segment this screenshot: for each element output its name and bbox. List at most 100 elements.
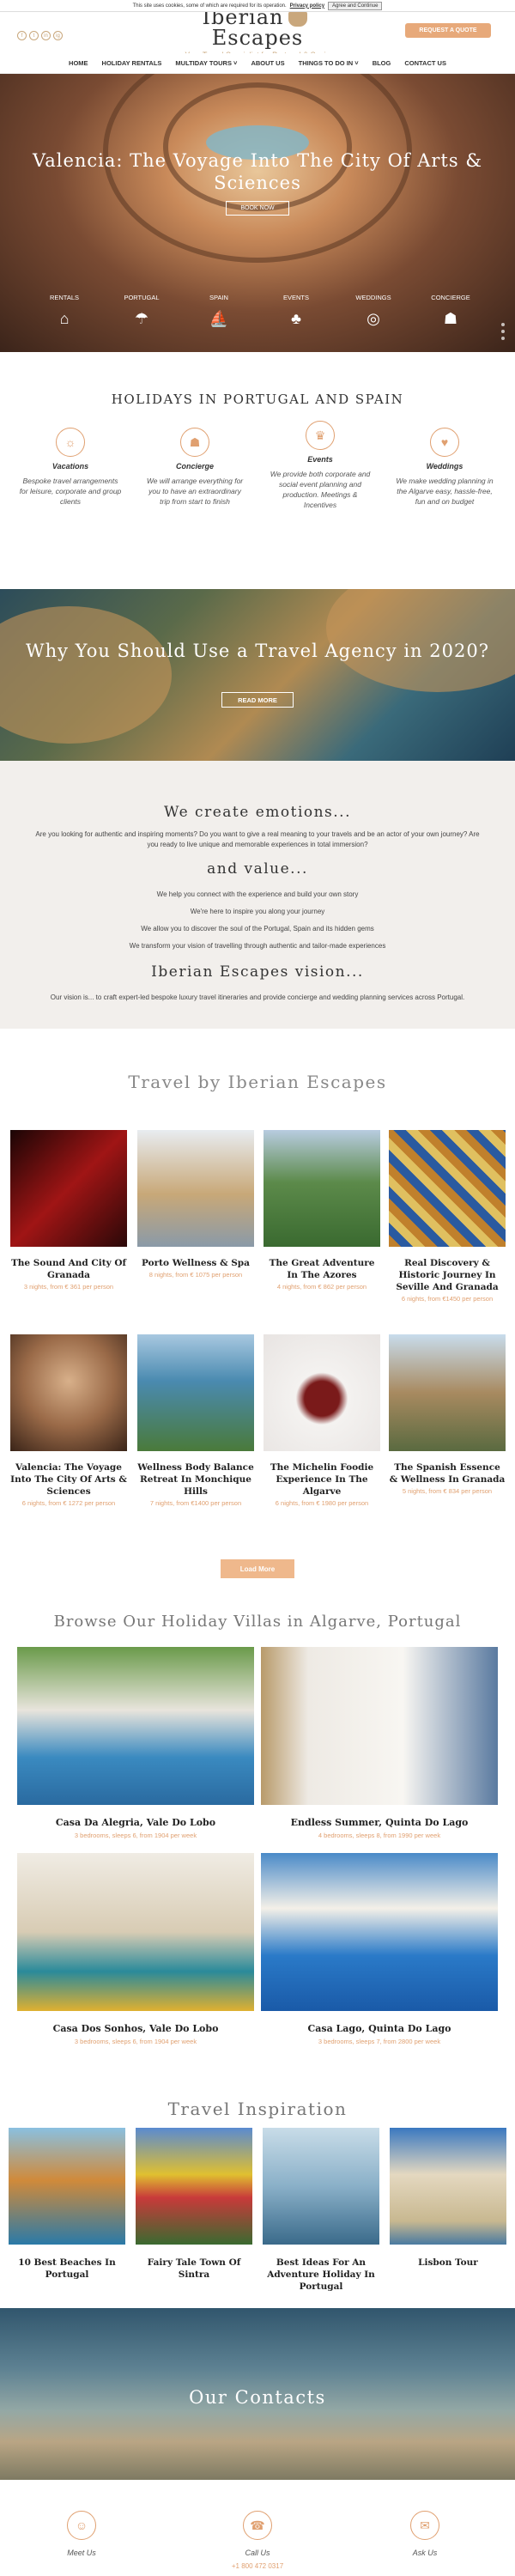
- slider-dots[interactable]: [501, 323, 505, 340]
- value-line: We transform your vision of travelling t…: [129, 942, 386, 950]
- bell-icon: ☗: [180, 428, 209, 457]
- article-image: [9, 2128, 125, 2245]
- emotions-intro: Are you looking for authentic and inspir…: [35, 830, 480, 838]
- category-events[interactable]: EVENTS ♣: [266, 294, 326, 328]
- villa-card[interactable]: Casa Dos Sonhos, Vale Do Lobo 3 bedrooms,…: [17, 1853, 254, 2045]
- villa-details: 3 bedrooms, sleeps 6, from 1904 per week: [74, 1832, 197, 1839]
- holidays-section: HOLIDAYS IN PORTUGAL AND SPAIN ☼ Vacatio…: [0, 352, 515, 589]
- value-line: We allow you to discover the soul of the…: [141, 925, 374, 933]
- category-concierge[interactable]: CONCIERGE ☗: [421, 294, 481, 328]
- value-line: We help you connect with the experience …: [156, 890, 359, 898]
- book-now-button[interactable]: BOOK NOW: [226, 201, 289, 216]
- contact-meet-us[interactable]: ☺ Meet Us: [26, 2511, 137, 2562]
- tour-card[interactable]: The Michelin Foodie Experience In The Al…: [264, 1334, 380, 1507]
- section-title: Travel Inspiration: [167, 2099, 348, 2119]
- article-title: Fairy Tale Town Of Sintra: [147, 2257, 241, 2280]
- villa-title: Casa Dos Sonhos, Vale Do Lobo: [52, 2023, 219, 2034]
- nav-things-to-do[interactable]: THINGS TO DO IN ˅: [299, 59, 359, 67]
- tour-title: The Great Adventure In The Azores: [269, 1258, 375, 1280]
- villa-image: [261, 1853, 498, 2011]
- category-portugal[interactable]: PORTUGAL ☂: [112, 294, 172, 328]
- villa-card[interactable]: Endless Summer, Quinta Do Lago 4 bedrooms…: [261, 1647, 498, 1839]
- article-card[interactable]: Best Ideas For An Adventure Holiday In P…: [263, 2128, 379, 2293]
- article-card[interactable]: Lisbon Tour: [390, 2128, 506, 2269]
- feature-desc: Bespoke travel arrangements for leisure,…: [19, 477, 122, 506]
- villa-card[interactable]: Casa Da Alegria, Vale Do Lobo 3 bedrooms,…: [17, 1647, 254, 1839]
- feature-desc: We provide both corporate and social eve…: [270, 470, 371, 509]
- instagram-icon[interactable]: ig: [53, 31, 63, 40]
- villa-card[interactable]: Casa Lago, Quinta Do Lago 3 bedrooms, sle…: [261, 1853, 498, 2045]
- tour-card[interactable]: The Sound And City Of Granada 3 nights, f…: [10, 1130, 127, 1291]
- section-title: HOLIDAYS IN PORTUGAL AND SPAIN: [111, 392, 404, 407]
- cookie-text: This site uses cookies, some of which ar…: [132, 3, 287, 9]
- category-weddings[interactable]: WEDDINGS ◎: [343, 294, 403, 328]
- villa-details: 4 bedrooms, sleeps 8, from 1990 per week: [318, 1832, 441, 1839]
- tour-title: Real Discovery & Historic Journey In Sev…: [396, 1258, 499, 1292]
- site-logo[interactable]: IberianEscapes Your Travel Specialist fo…: [159, 7, 356, 59]
- category-label: PORTUGAL: [124, 294, 160, 301]
- load-more-button[interactable]: Load More: [221, 1559, 294, 1578]
- category-rentals[interactable]: RENTALS ⌂: [34, 294, 94, 328]
- logo-text-right: Escapes: [211, 26, 304, 50]
- travel-section: Travel by Iberian Escapes The Sound And …: [0, 1029, 515, 1630]
- sun-icon: ☼: [56, 428, 85, 457]
- why-title: Why You Should Use a Travel Agency in 20…: [26, 641, 489, 661]
- bell-icon: ☗: [443, 310, 458, 327]
- nav-multiday-tours[interactable]: MULTIDAY TOURS ˅: [175, 59, 237, 67]
- feature-vacations[interactable]: ☼ Vacations Bespoke travel arrangements …: [19, 428, 122, 507]
- tour-card[interactable]: Real Discovery & Historic Journey In Sev…: [389, 1130, 506, 1303]
- twitter-icon[interactable]: t: [29, 31, 39, 40]
- tour-card[interactable]: Wellness Body Balance Retreat In Monchiq…: [137, 1334, 254, 1507]
- contacts-footer: ☺ Meet Us ☎ Call Us +1 800 472 0317 ✉ Ask Us: [0, 2480, 515, 2576]
- vision-text: Our vision is... to craft expert-led bes…: [50, 993, 465, 1001]
- feature-weddings[interactable]: ♥ Weddings We make wedding planning in t…: [393, 428, 496, 507]
- contact-phone[interactable]: +1 800 472 0317: [202, 2562, 313, 2570]
- contact-call-us[interactable]: ☎ Call Us +1 800 472 0317: [202, 2511, 313, 2570]
- cookie-agree-button[interactable]: Agree and Continue: [328, 1, 383, 10]
- villas-section: Browse Our Holiday Villas in Algarve, Po…: [0, 1595, 515, 2088]
- villa-image: [261, 1647, 498, 1805]
- tour-card[interactable]: The Great Adventure In The Azores 4 night…: [264, 1130, 380, 1291]
- social-links: f t in ig: [17, 31, 63, 40]
- feature-desc: We will arrange everything for you to ha…: [146, 477, 244, 506]
- villa-image: [17, 1647, 254, 1805]
- contact-title: Ask Us: [412, 2549, 438, 2557]
- nav-contact-us[interactable]: CONTACT US: [404, 59, 446, 67]
- nav-holiday-rentals[interactable]: HOLIDAY RENTALS: [102, 59, 162, 67]
- nav-blog[interactable]: BLOG: [373, 59, 391, 67]
- person-icon: ☺: [67, 2511, 96, 2540]
- tour-card[interactable]: Porto Wellness & Spa 8 nights, from € 107…: [137, 1130, 254, 1279]
- request-quote-button[interactable]: REQUEST A QUOTE: [405, 23, 491, 38]
- contacts-banner: Our Contacts: [0, 2308, 515, 2480]
- tour-card[interactable]: The Spanish Essence & Wellness In Granad…: [389, 1334, 506, 1495]
- nav-about-us[interactable]: ABOUT US: [251, 59, 284, 67]
- phone-icon: ☎: [243, 2511, 272, 2540]
- feature-events[interactable]: ♛ Events We provide both corporate and s…: [269, 421, 372, 510]
- category-label: SPAIN: [209, 294, 228, 301]
- villa-title: Casa Lago, Quinta Do Lago: [307, 2023, 451, 2034]
- contact-ask-us[interactable]: ✉ Ask Us: [369, 2511, 481, 2562]
- tour-price: 4 nights, from € 862 per person: [276, 1283, 367, 1291]
- read-more-button[interactable]: READ MORE: [221, 692, 294, 708]
- section-title: Travel by Iberian Escapes: [128, 1072, 387, 1092]
- article-card[interactable]: 10 Best Beaches In Portugal: [9, 2128, 125, 2281]
- nav-home[interactable]: HOME: [69, 59, 88, 67]
- category-label: RENTALS: [49, 294, 80, 301]
- article-image: [263, 2128, 379, 2245]
- why-banner: Why You Should Use a Travel Agency in 20…: [0, 589, 515, 761]
- feature-title: Weddings: [426, 462, 464, 471]
- facebook-icon[interactable]: f: [17, 31, 27, 40]
- tour-card[interactable]: Valencia: The Voyage Into The City Of Ar…: [10, 1334, 127, 1507]
- tour-title: The Sound And City Of Granada: [10, 1258, 127, 1280]
- house-icon: ⌂: [59, 310, 70, 327]
- category-spain[interactable]: SPAIN ⛵: [189, 294, 249, 328]
- article-card[interactable]: Fairy Tale Town Of Sintra: [136, 2128, 252, 2281]
- feature-concierge[interactable]: ☗ Concierge We will arrange everything f…: [143, 428, 246, 507]
- tour-price: 7 nights, from €1400 per person: [149, 1499, 242, 1507]
- linkedin-icon[interactable]: in: [41, 31, 51, 40]
- feature-desc: We make wedding planning in the Algarve …: [396, 477, 494, 506]
- privacy-policy-link[interactable]: Privacy policy: [290, 3, 324, 9]
- tour-image: [10, 1334, 127, 1451]
- beach-umbrella-icon: ☂: [134, 310, 149, 327]
- article-image: [390, 2128, 506, 2245]
